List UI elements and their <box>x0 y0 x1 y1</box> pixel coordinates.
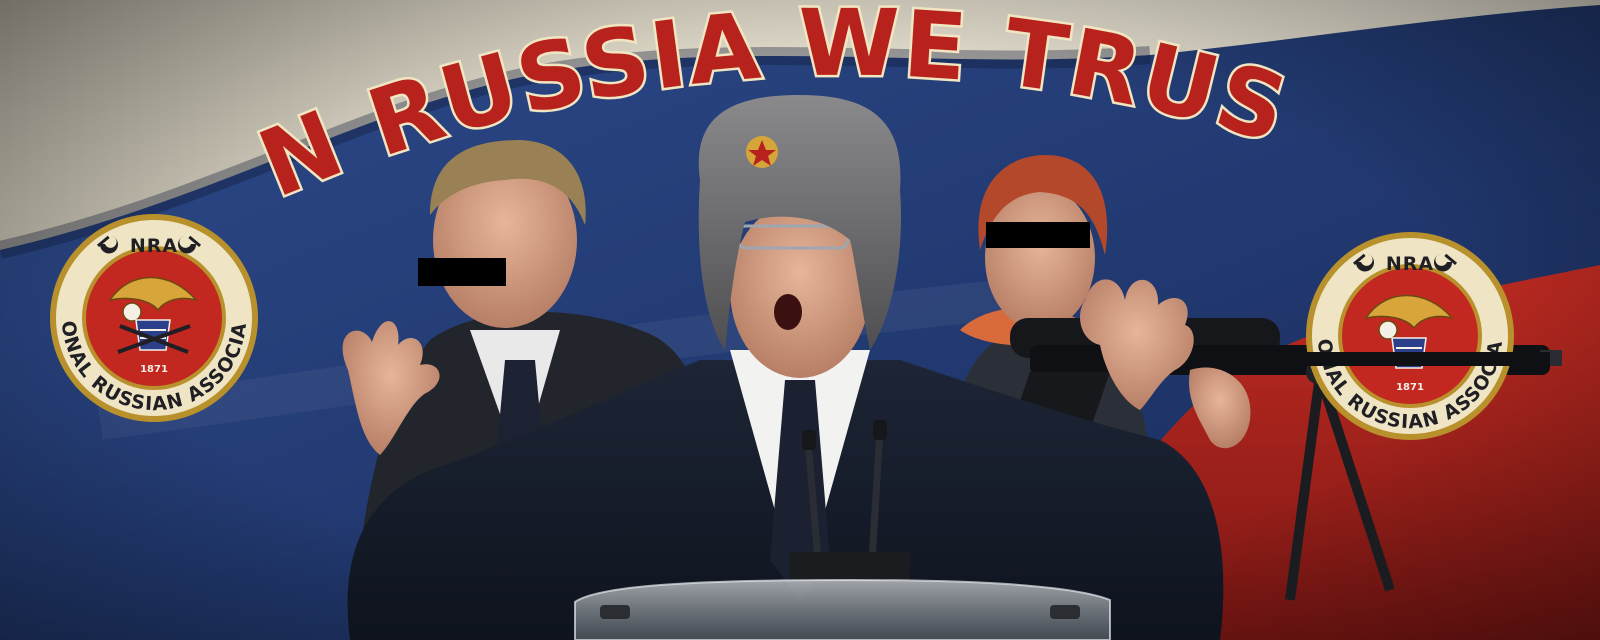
soviet-star-badge-icon <box>746 136 778 168</box>
seal-left-year: 1871 <box>140 364 168 375</box>
seal-right-top-text: NRA <box>1386 253 1434 275</box>
rifle-barrel <box>1250 352 1550 366</box>
nra-parody-banner: IN RUSSIA WE TRUST NATIONAL RUSSIAN ASSO… <box>0 0 1600 640</box>
seal-right-year: 1871 <box>1396 382 1424 393</box>
seal-left-top-text: NRA <box>130 235 178 257</box>
microphone-icon <box>873 420 887 440</box>
censor-bar-right <box>986 222 1090 248</box>
banner-scene: IN RUSSIA WE TRUST NATIONAL RUSSIAN ASSO… <box>0 0 1600 640</box>
microphone-icon <box>802 430 816 450</box>
censor-bar-left <box>418 258 506 286</box>
